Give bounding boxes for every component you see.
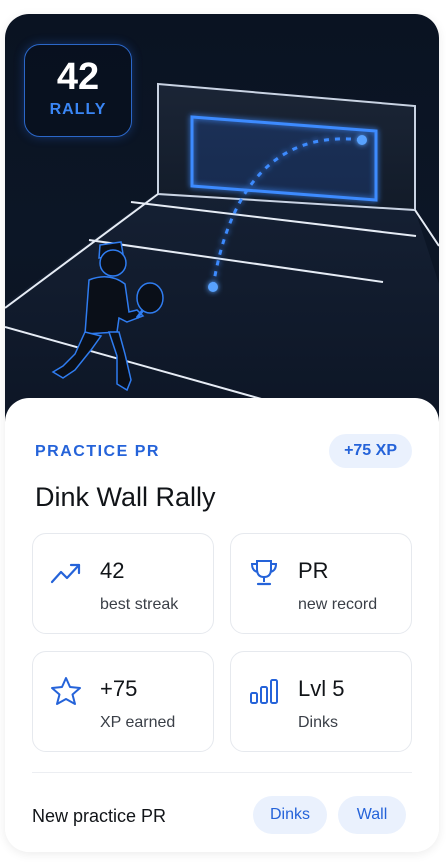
divider (32, 772, 412, 773)
footer-text: New practice PR (32, 806, 167, 826)
stat-value: 42 (100, 558, 125, 583)
rally-count: 42 (56, 56, 100, 98)
stat-label: best streak (100, 596, 179, 613)
stat-card-best-streak: 42 best streak (32, 533, 214, 634)
trophy-icon (250, 560, 278, 586)
stat-card-new-record: PR new record (230, 533, 412, 634)
rally-label: RALLY (49, 101, 107, 118)
stat-value: Lvl 5 (298, 676, 345, 701)
stat-value: +75 (100, 676, 138, 701)
hero-illustration: 42 RALLY (5, 14, 439, 424)
stat-label: XP earned (100, 714, 176, 731)
xp-badge: +75 XP (329, 434, 412, 468)
bar-chart-icon (250, 679, 278, 704)
tag-wall[interactable]: Wall (338, 796, 406, 834)
summary-panel: PRACTICE PR +75 XP Dink Wall Rally 42 be… (5, 398, 439, 852)
star-icon (51, 677, 81, 705)
activity-title: Dink Wall Rally (35, 482, 216, 512)
trending-up-icon (50, 563, 81, 584)
stat-label: Dinks (298, 714, 339, 731)
stat-value: PR (298, 558, 329, 583)
practice-pr-eyebrow: PRACTICE PR (35, 443, 160, 460)
rally-counter-badge: 42 RALLY (24, 44, 132, 137)
stat-card-xp-earned: +75 XP earned (32, 651, 214, 752)
stat-card-level: Lvl 5 Dinks (230, 651, 412, 752)
practice-pr-card[interactable]: 42 RALLY PRACTICE PR +75 XP Dink Wall Ra… (5, 14, 439, 852)
tag-dinks[interactable]: Dinks (253, 796, 327, 834)
stat-label: new record (298, 596, 378, 613)
